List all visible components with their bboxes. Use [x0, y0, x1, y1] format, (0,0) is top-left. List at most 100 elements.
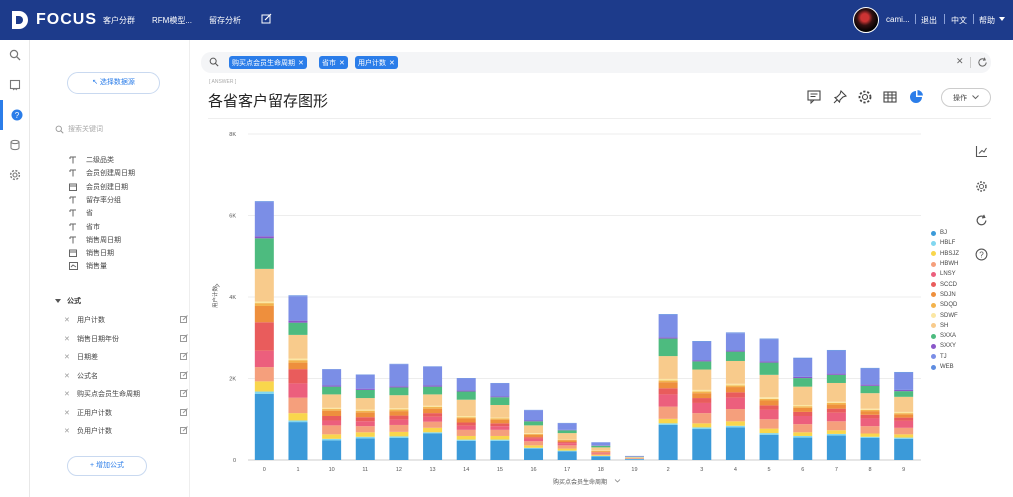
edit-icon[interactable]: [180, 426, 188, 436]
pin-icon[interactable]: [832, 89, 848, 105]
bar-segment[interactable]: [456, 390, 476, 392]
bar-segment[interactable]: [826, 421, 846, 431]
help-menu[interactable]: 帮助: [979, 15, 995, 26]
gear-icon[interactable]: [857, 89, 873, 105]
search-chip[interactable]: 省市 ✕: [319, 56, 348, 69]
bar-segment[interactable]: [524, 438, 544, 442]
bar-segment[interactable]: [557, 433, 577, 440]
bar-segment[interactable]: [692, 429, 712, 460]
refresh-icon[interactable]: [977, 57, 988, 68]
bar-segment[interactable]: [355, 432, 375, 437]
bar-segment[interactable]: [860, 408, 880, 410]
bar-segment[interactable]: [860, 414, 880, 419]
bar-segment[interactable]: [490, 426, 510, 430]
bar-segment[interactable]: [254, 350, 274, 368]
bar-segment[interactable]: [759, 338, 779, 340]
bar-segment[interactable]: [322, 409, 342, 411]
bar-segment[interactable]: [389, 437, 409, 460]
bar-segment[interactable]: [524, 410, 544, 421]
bar-segment[interactable]: [389, 415, 409, 420]
y-axis-label[interactable]: 用户计数: [211, 286, 219, 309]
bar-segment[interactable]: [490, 439, 510, 441]
bar-segment[interactable]: [524, 420, 544, 422]
edit-icon[interactable]: [180, 333, 188, 344]
bar-segment[interactable]: [490, 440, 510, 460]
bar-segment[interactable]: [322, 438, 342, 441]
bar-segment[interactable]: [658, 337, 678, 339]
bar-segment[interactable]: [860, 367, 880, 369]
legend-item[interactable]: WEB: [931, 362, 959, 372]
bar-segment[interactable]: [591, 442, 611, 446]
bar-segment[interactable]: [826, 412, 846, 422]
bar-segment[interactable]: [894, 371, 914, 373]
legend-item[interactable]: SXXY: [931, 341, 959, 351]
bar-segment[interactable]: [658, 423, 678, 425]
bar-segment[interactable]: [591, 445, 611, 448]
bar-segment[interactable]: [826, 382, 846, 402]
bar-segment[interactable]: [759, 362, 779, 375]
bar-segment[interactable]: [288, 322, 308, 335]
bar-segment[interactable]: [288, 334, 308, 359]
bar-segment[interactable]: [490, 397, 510, 405]
search-chip[interactable]: 购买点会员生命周期 ✕: [229, 56, 307, 69]
bar-segment[interactable]: [692, 427, 712, 430]
bar-segment[interactable]: [355, 412, 375, 418]
select-data-source-button[interactable]: ↖ 选择数据源: [67, 72, 160, 94]
field-search[interactable]: 搜索关键词: [55, 124, 103, 134]
bar-segment[interactable]: [658, 424, 678, 460]
bar-segment[interactable]: [389, 386, 409, 388]
bar-segment[interactable]: [288, 296, 308, 321]
bar-segment[interactable]: [826, 373, 846, 375]
bar-segment[interactable]: [288, 295, 308, 297]
bar-segment[interactable]: [288, 383, 308, 398]
bar-segment[interactable]: [423, 427, 443, 433]
legend-item[interactable]: HBLF: [931, 238, 959, 248]
bar-segment[interactable]: [288, 369, 308, 384]
formula-item[interactable]: ✕ 公式名: [64, 370, 188, 382]
bar-segment[interactable]: [692, 389, 712, 392]
bar-segment[interactable]: [658, 356, 678, 379]
x-axis-label[interactable]: 购买点会员生命周期: [553, 478, 607, 486]
bar-segment[interactable]: [658, 406, 678, 419]
bar-segment[interactable]: [624, 459, 644, 460]
bar-segment[interactable]: [423, 385, 443, 387]
bar-segment[interactable]: [591, 453, 611, 456]
bar-segment[interactable]: [725, 383, 745, 386]
edit-icon[interactable]: [180, 370, 188, 381]
bar-segment[interactable]: [524, 447, 544, 449]
bar-segment[interactable]: [490, 419, 510, 424]
bar-segment[interactable]: [658, 378, 678, 381]
bar-segment[interactable]: [557, 443, 577, 446]
bar-segment[interactable]: [355, 421, 375, 427]
bar-segment[interactable]: [456, 399, 476, 416]
bar-segment[interactable]: [725, 385, 745, 388]
legend-item[interactable]: SCCD: [931, 279, 959, 289]
bar-segment[interactable]: [456, 418, 476, 423]
bar-segment[interactable]: [423, 408, 443, 414]
bar-segment[interactable]: [456, 417, 476, 419]
bar-segment[interactable]: [725, 392, 745, 398]
bar-segment[interactable]: [322, 425, 342, 435]
bar-segment[interactable]: [423, 416, 443, 422]
bar-segment[interactable]: [490, 396, 510, 398]
bar-segment[interactable]: [591, 447, 611, 451]
bar-segment[interactable]: [254, 322, 274, 351]
username[interactable]: cami...: [886, 15, 910, 24]
bar-segment[interactable]: [860, 385, 880, 394]
bar-segment[interactable]: [288, 422, 308, 460]
bar-segment[interactable]: [725, 351, 745, 361]
bar-segment[interactable]: [894, 396, 914, 412]
bar-segment[interactable]: [288, 420, 308, 423]
bar-segment[interactable]: [322, 407, 342, 410]
operations-dropdown[interactable]: 操作: [941, 88, 991, 107]
formula-item[interactable]: ✕ 用户计数: [64, 314, 188, 326]
rail-pinboard[interactable]: [0, 70, 30, 100]
bar-segment[interactable]: [288, 358, 308, 361]
bar-segment[interactable]: [894, 420, 914, 428]
bar-segment[interactable]: [591, 455, 611, 456]
bar-segment[interactable]: [860, 409, 880, 412]
legend-item[interactable]: SXXA: [931, 331, 959, 341]
legend-item[interactable]: BJ: [931, 228, 959, 238]
bar-segment[interactable]: [759, 428, 779, 434]
bar-segment[interactable]: [692, 341, 712, 342]
